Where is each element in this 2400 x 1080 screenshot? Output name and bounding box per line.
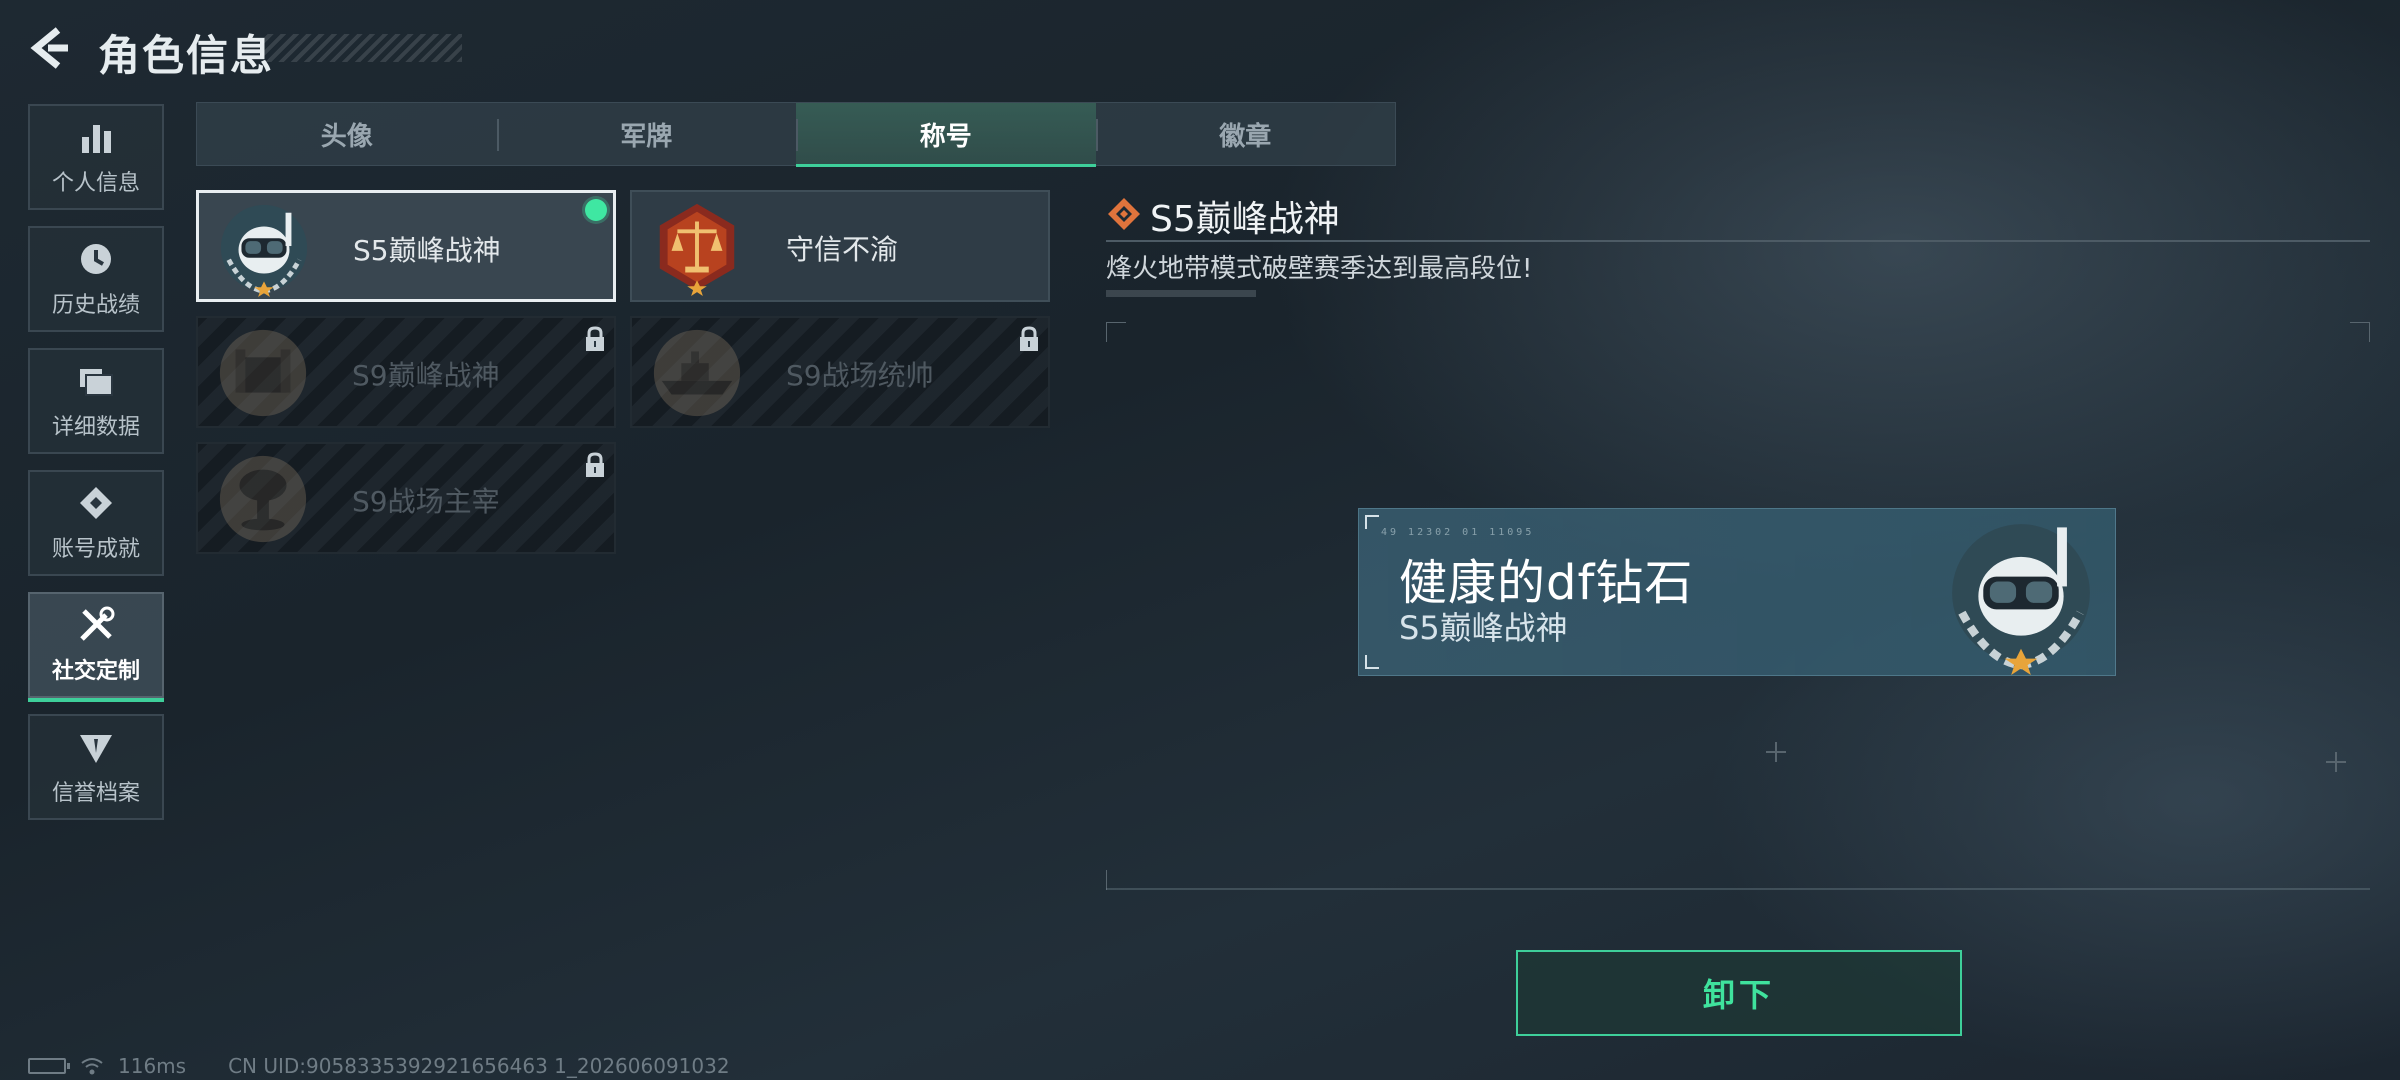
lock-icon: [1020, 326, 1038, 351]
header-decoration: [262, 34, 462, 62]
lock-icon: [586, 326, 604, 351]
title-card-name: S9战场统帅: [786, 359, 934, 392]
sidebar-item-label: 详细数据: [51, 415, 140, 440]
sidebar-item-detailed-data[interactable]: 详细数据: [28, 348, 164, 454]
title-card-name: S9巅峰战神: [352, 359, 500, 392]
sidebar-item-label: 个人信息: [51, 171, 140, 196]
tab-avatar[interactable]: 头像: [197, 103, 497, 165]
tab-bar: 头像 军牌 称号 徽章: [196, 102, 1396, 167]
detail-description: 烽火地带模式破壁赛季达到最高段位!: [1106, 254, 1533, 284]
title-card-name: S5巅峰战神: [353, 234, 501, 267]
diamond-icon: [1108, 198, 1140, 230]
ping-value: 116ms: [118, 1054, 187, 1078]
tab-title[interactable]: 称号: [796, 103, 1096, 167]
page-title: 角色信息: [98, 31, 275, 80]
title-card-name: S9战场主宰: [352, 485, 500, 518]
sidebar-item-social-custom[interactable]: 社交定制: [28, 592, 164, 702]
status-bar: 116ms CN UID:9058335392921656463 1_20260…: [28, 1054, 730, 1078]
fortress-emblem-icon: [219, 329, 307, 417]
title-card-s9-battlefield-dominator[interactable]: S9战场主宰: [196, 442, 616, 554]
tools-icon: [80, 606, 115, 641]
achievement-icon: [80, 487, 112, 519]
sidebar-item-label: 历史战绩: [51, 293, 140, 318]
title-card-s5-peak-god[interactable]: S5巅峰战神: [196, 190, 616, 302]
back-arrow-icon[interactable]: [28, 26, 72, 70]
title-card-name: 守信不渝: [786, 233, 899, 266]
sidebar-item-label: 信誉档案: [51, 781, 140, 806]
title-card-s9-peak-god[interactable]: S9巅峰战神: [196, 316, 616, 428]
sidebar-item-label: 账号成就: [51, 537, 140, 562]
sidebar-item-label: 社交定制: [51, 659, 140, 684]
mushroom-cloud-emblem-icon: [219, 455, 307, 543]
lock-icon: [586, 452, 604, 477]
title-card-s9-battlefield-marshal[interactable]: S9战场统帅: [630, 316, 1050, 428]
warship-emblem-icon: [653, 329, 741, 417]
title-card-trustworthy[interactable]: 守信不渝: [630, 190, 1050, 302]
plate-corner: [1365, 655, 1379, 669]
bar-chart-icon: [82, 125, 111, 153]
plate-corner: [1365, 515, 1379, 529]
clock-icon: [81, 244, 111, 274]
user-uid: CN UID:9058335392921656463 1_20260609103…: [228, 1054, 730, 1078]
detail-title: S5巅峰战神: [1150, 199, 1340, 240]
plate-code: 49 12302 01 11095: [1381, 527, 1535, 538]
folder-icon: [80, 369, 113, 396]
diver-skull-emblem-icon: [1952, 524, 2090, 675]
sidebar-item-achievements[interactable]: 账号成就: [28, 470, 164, 576]
tab-badge[interactable]: 徽章: [1095, 103, 1396, 165]
preview-frame-bottom-line: [1106, 888, 2370, 890]
sidebar-item-reputation[interactable]: 信誉档案: [28, 714, 164, 820]
scales-emblem-icon: [659, 203, 735, 296]
detail-divider: [1106, 240, 2370, 242]
battery-icon: [28, 1058, 70, 1074]
sidebar-item-match-history[interactable]: 历史战绩: [28, 226, 164, 332]
equipped-indicator: [585, 199, 607, 221]
detail-decoration-bar: [1106, 290, 1256, 297]
wifi-icon: [81, 1058, 103, 1075]
nameplate-preview: 49 12302 01 11095 健康的df钻石 S5巅峰战神: [1358, 508, 2116, 676]
plate-title: S5巅峰战神: [1399, 609, 1568, 647]
tab-dogtag[interactable]: 军牌: [496, 103, 797, 165]
shield-icon: [80, 735, 112, 763]
unequip-button[interactable]: 卸下: [1516, 950, 1962, 1036]
sidebar-item-personal-info[interactable]: 个人信息: [28, 104, 164, 210]
diver-skull-emblem-icon: [220, 204, 308, 297]
